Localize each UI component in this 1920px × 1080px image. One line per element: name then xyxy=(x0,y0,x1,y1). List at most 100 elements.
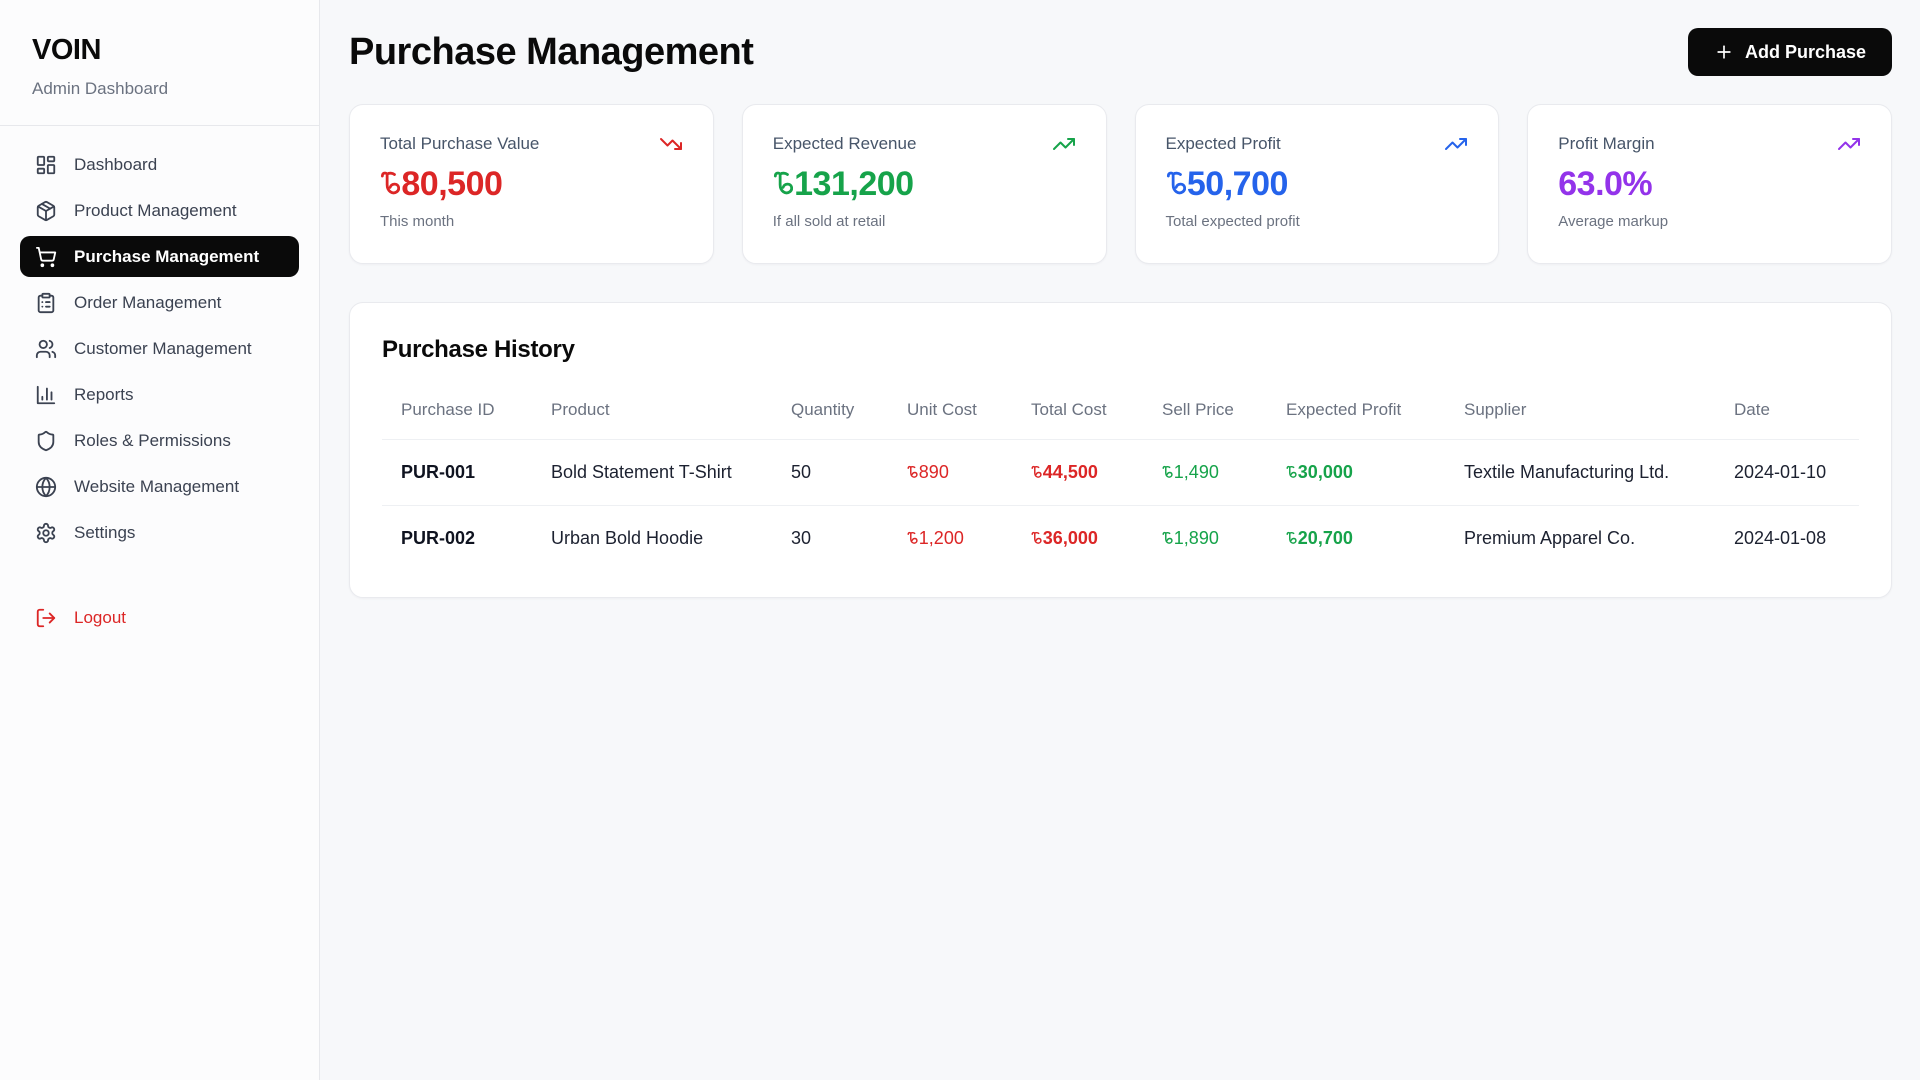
trending-up-icon xyxy=(1837,132,1861,156)
stat-card-label: Total Purchase Value xyxy=(380,134,539,154)
sidebar-item-label: Customer Management xyxy=(74,339,252,359)
logout-icon xyxy=(35,607,57,629)
trending-up-icon xyxy=(1444,132,1468,156)
column-header-total-cost: Total Cost xyxy=(1012,388,1143,440)
sidebar-item-label: Settings xyxy=(74,523,135,543)
taka-currency-icon xyxy=(1031,531,1042,546)
column-header-product: Product xyxy=(532,388,772,440)
taka-currency-icon xyxy=(1162,531,1173,546)
supplier-cell: Textile Manufacturing Ltd. xyxy=(1445,440,1715,506)
taka-currency-icon xyxy=(1286,531,1297,546)
purchase-history-table: Purchase ID Product Quantity Unit Cost T… xyxy=(382,388,1859,571)
column-header-supplier: Supplier xyxy=(1445,388,1715,440)
stat-card-label: Expected Profit xyxy=(1166,134,1281,154)
quantity-cell: 50 xyxy=(772,440,888,506)
logout-label: Logout xyxy=(74,608,126,628)
bar-chart-icon xyxy=(35,384,57,406)
sidebar-item-purchase-management[interactable]: Purchase Management xyxy=(20,236,299,277)
supplier-cell: Premium Apparel Co. xyxy=(1445,506,1715,572)
sidebar-item-product-management[interactable]: Product Management xyxy=(20,190,299,231)
stat-card-value: 80,500 xyxy=(380,165,683,204)
sidebar-item-roles-permissions[interactable]: Roles & Permissions xyxy=(20,420,299,461)
purchase-history-title: Purchase History xyxy=(382,336,1859,364)
sidebar-item-label: Order Management xyxy=(74,293,221,313)
taka-currency-icon xyxy=(907,531,918,546)
purchase-id-cell: PUR-001 xyxy=(382,440,532,506)
sidebar-nav: Dashboard Product Management Purchase Ma… xyxy=(0,126,319,643)
shopping-cart-icon xyxy=(35,246,57,268)
sell-price-cell: 1,890 xyxy=(1143,506,1267,572)
plus-icon xyxy=(1714,42,1734,62)
shield-icon xyxy=(35,430,57,452)
sidebar-item-label: Roles & Permissions xyxy=(74,431,231,451)
sidebar-item-reports[interactable]: Reports xyxy=(20,374,299,415)
taka-currency-icon xyxy=(773,170,793,198)
purchase-id-cell: PUR-002 xyxy=(382,506,532,572)
column-header-date: Date xyxy=(1715,388,1859,440)
column-header-quantity: Quantity xyxy=(772,388,888,440)
unit-cost-cell: 1,200 xyxy=(888,506,1012,572)
table-row: PUR-002 Urban Bold Hoodie 30 1,200 36,00… xyxy=(382,506,1859,572)
gear-icon xyxy=(35,522,57,544)
unit-cost-cell: 890 xyxy=(888,440,1012,506)
users-icon xyxy=(35,338,57,360)
stat-card-expected-profit: Expected Profit 50,700 Total expected pr… xyxy=(1135,104,1500,264)
sidebar-item-dashboard[interactable]: Dashboard xyxy=(20,144,299,185)
date-cell: 2024-01-08 xyxy=(1715,506,1859,572)
add-purchase-button[interactable]: Add Purchase xyxy=(1688,28,1892,76)
stat-card-label: Profit Margin xyxy=(1558,134,1654,154)
stat-cards-row: Total Purchase Value 80,500 This month E… xyxy=(349,104,1892,264)
stat-card-total-purchase-value: Total Purchase Value 80,500 This month xyxy=(349,104,714,264)
stat-card-value: 63.0% xyxy=(1558,165,1861,204)
taka-currency-icon xyxy=(1286,465,1297,480)
app-subtitle: Admin Dashboard xyxy=(32,79,287,99)
sidebar-item-order-management[interactable]: Order Management xyxy=(20,282,299,323)
sidebar-item-label: Reports xyxy=(74,385,134,405)
stat-card-value: 50,700 xyxy=(1166,165,1469,204)
product-cell: Bold Statement T-Shirt xyxy=(532,440,772,506)
main-content: Purchase Management Add Purchase Total P… xyxy=(320,0,1920,1080)
stat-card-subtext: If all sold at retail xyxy=(773,213,1076,230)
table-row: PUR-001 Bold Statement T-Shirt 50 890 44… xyxy=(382,440,1859,506)
column-header-expected-profit: Expected Profit xyxy=(1267,388,1445,440)
total-cost-cell: 36,000 xyxy=(1012,506,1143,572)
taka-currency-icon xyxy=(380,170,400,198)
logout-button[interactable]: Logout xyxy=(20,597,299,638)
sidebar-item-label: Purchase Management xyxy=(74,247,259,267)
total-cost-cell: 44,500 xyxy=(1012,440,1143,506)
quantity-cell: 30 xyxy=(772,506,888,572)
brand: VOIN Admin Dashboard xyxy=(0,0,319,125)
app-logo: VOIN xyxy=(32,34,287,67)
sidebar-item-settings[interactable]: Settings xyxy=(20,512,299,553)
purchase-history-panel: Purchase History Purchase ID Product Qua… xyxy=(349,302,1892,598)
table-header-row: Purchase ID Product Quantity Unit Cost T… xyxy=(382,388,1859,440)
product-cell: Urban Bold Hoodie xyxy=(532,506,772,572)
stat-card-subtext: Average markup xyxy=(1558,213,1861,230)
globe-icon xyxy=(35,476,57,498)
stat-card-label: Expected Revenue xyxy=(773,134,917,154)
stat-card-expected-revenue: Expected Revenue 131,200 If all sold at … xyxy=(742,104,1107,264)
expected-profit-cell: 30,000 xyxy=(1267,440,1445,506)
sidebar-item-website-management[interactable]: Website Management xyxy=(20,466,299,507)
stat-card-subtext: Total expected profit xyxy=(1166,213,1469,230)
sidebar-item-label: Dashboard xyxy=(74,155,157,175)
sell-price-cell: 1,490 xyxy=(1143,440,1267,506)
column-header-sell-price: Sell Price xyxy=(1143,388,1267,440)
page-title: Purchase Management xyxy=(349,31,753,74)
taka-currency-icon xyxy=(1166,170,1186,198)
taka-currency-icon xyxy=(907,465,918,480)
taka-currency-icon xyxy=(1031,465,1042,480)
date-cell: 2024-01-10 xyxy=(1715,440,1859,506)
column-header-purchase-id: Purchase ID xyxy=(382,388,532,440)
trending-up-icon xyxy=(1052,132,1076,156)
stat-card-value: 131,200 xyxy=(773,165,1076,204)
column-header-unit-cost: Unit Cost xyxy=(888,388,1012,440)
package-icon xyxy=(35,200,57,222)
stat-card-profit-margin: Profit Margin 63.0% Average markup xyxy=(1527,104,1892,264)
sidebar-item-label: Website Management xyxy=(74,477,239,497)
sidebar-item-label: Product Management xyxy=(74,201,237,221)
stat-card-subtext: This month xyxy=(380,213,683,230)
sidebar-item-customer-management[interactable]: Customer Management xyxy=(20,328,299,369)
sidebar: VOIN Admin Dashboard Dashboard Product M… xyxy=(0,0,320,1080)
taka-currency-icon xyxy=(1162,465,1173,480)
